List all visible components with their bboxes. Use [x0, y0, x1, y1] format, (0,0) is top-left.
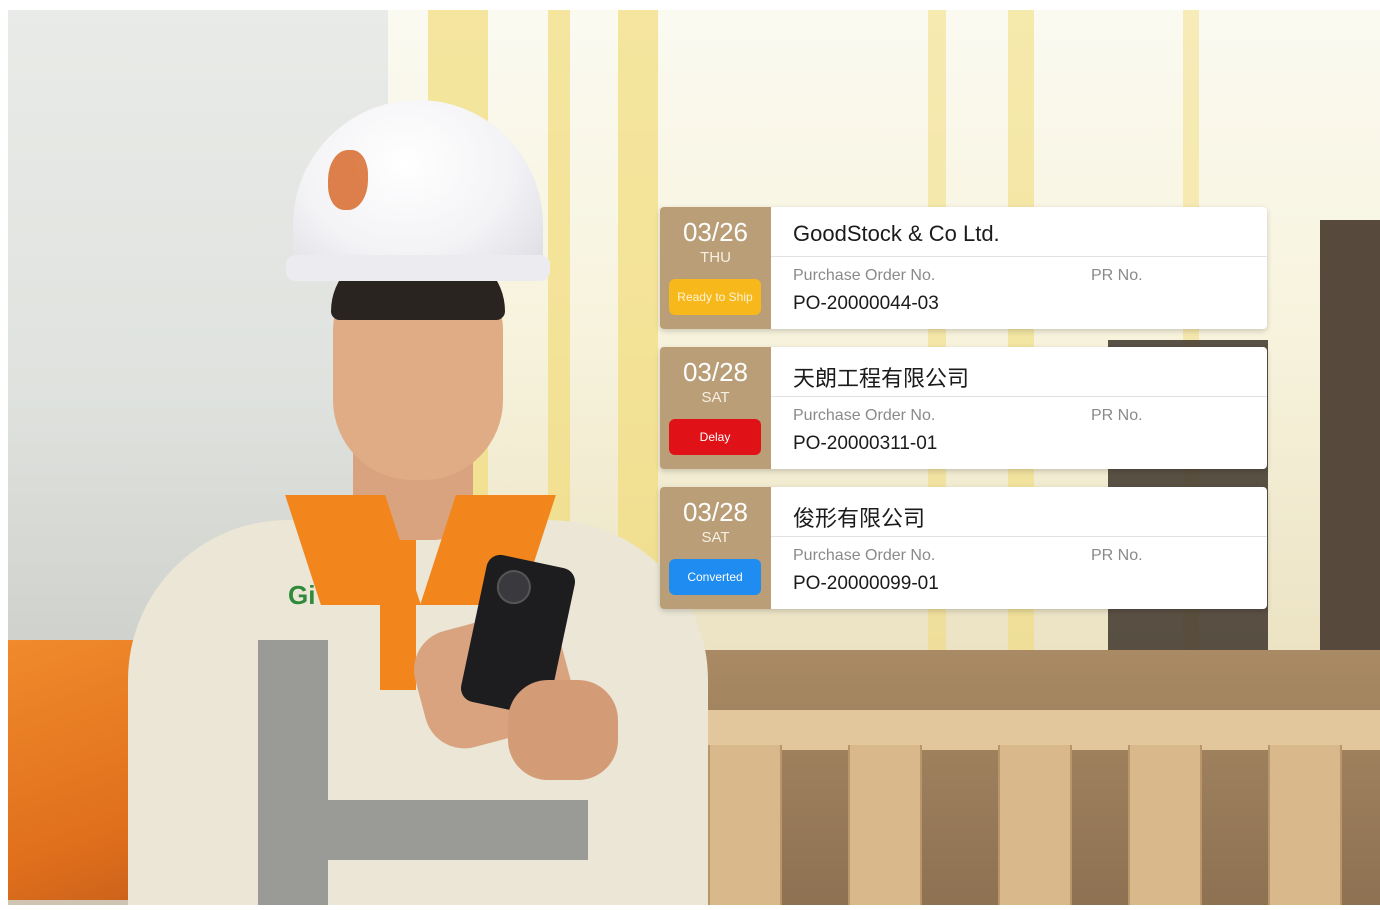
pr-label: PR No.: [1091, 407, 1143, 424]
status-badge: Converted: [669, 559, 761, 595]
order-list: 03/26 THU Ready to Ship GoodStock & Co L…: [660, 207, 1267, 627]
helmet-logo-icon: [328, 150, 368, 210]
order-weekday: SAT: [701, 389, 730, 406]
status-badge: Ready to Ship: [669, 279, 761, 315]
company-name: 俊形有限公司: [793, 506, 926, 531]
po-number: PO-20000044-03: [793, 293, 939, 314]
camera-icon: [493, 566, 535, 608]
order-date: 03/26: [682, 217, 749, 247]
order-card[interactable]: 03/28 SAT Converted 俊形有限公司 Purchase Orde…: [660, 487, 1267, 609]
order-weekday: THU: [700, 249, 731, 266]
worker-hand: [508, 680, 618, 780]
po-number: PO-20000311-01: [793, 433, 938, 454]
order-card[interactable]: 03/26 THU Ready to Ship GoodStock & Co L…: [660, 207, 1267, 329]
card-divider: [771, 256, 1267, 257]
worker-figure: Gi: [118, 100, 718, 905]
dark-post: [1320, 220, 1380, 660]
date-panel: 03/28 SAT Converted: [660, 487, 771, 609]
shirt-reflective-stripe: [258, 640, 328, 905]
pallet-slat: [998, 745, 1072, 905]
date-panel: 03/26 THU Ready to Ship: [660, 207, 771, 329]
order-date: 03/28: [682, 357, 749, 387]
shirt-logo-icon: Gi: [288, 580, 316, 610]
po-label: Purchase Order No.: [793, 407, 936, 424]
date-panel: 03/28 SAT Delay: [660, 347, 771, 469]
order-card[interactable]: 03/28 SAT Delay 天朗工程有限公司 Purchase Order …: [660, 347, 1267, 469]
po-label: Purchase Order No.: [793, 267, 936, 284]
hard-hat-brim: [286, 255, 550, 281]
shirt-placket: [380, 540, 416, 690]
pr-label: PR No.: [1091, 547, 1143, 564]
po-number: PO-20000099-01: [793, 573, 939, 594]
pallet-slat: [1128, 745, 1202, 905]
order-weekday: SAT: [701, 529, 730, 546]
po-label: Purchase Order No.: [793, 547, 936, 564]
shirt-reflective-stripe: [258, 800, 588, 860]
pallet-slat: [648, 710, 1380, 750]
pallet-slat: [1268, 745, 1342, 905]
order-date: 03/28: [682, 497, 749, 527]
card-divider: [771, 396, 1267, 397]
pallet-slat: [708, 745, 782, 905]
pallet-slat: [848, 745, 922, 905]
card-divider: [771, 536, 1267, 537]
company-name: 天朗工程有限公司: [793, 366, 970, 391]
pr-label: PR No.: [1091, 267, 1143, 284]
status-badge: Delay: [669, 419, 761, 455]
company-name: GoodStock & Co Ltd.: [793, 221, 1000, 246]
